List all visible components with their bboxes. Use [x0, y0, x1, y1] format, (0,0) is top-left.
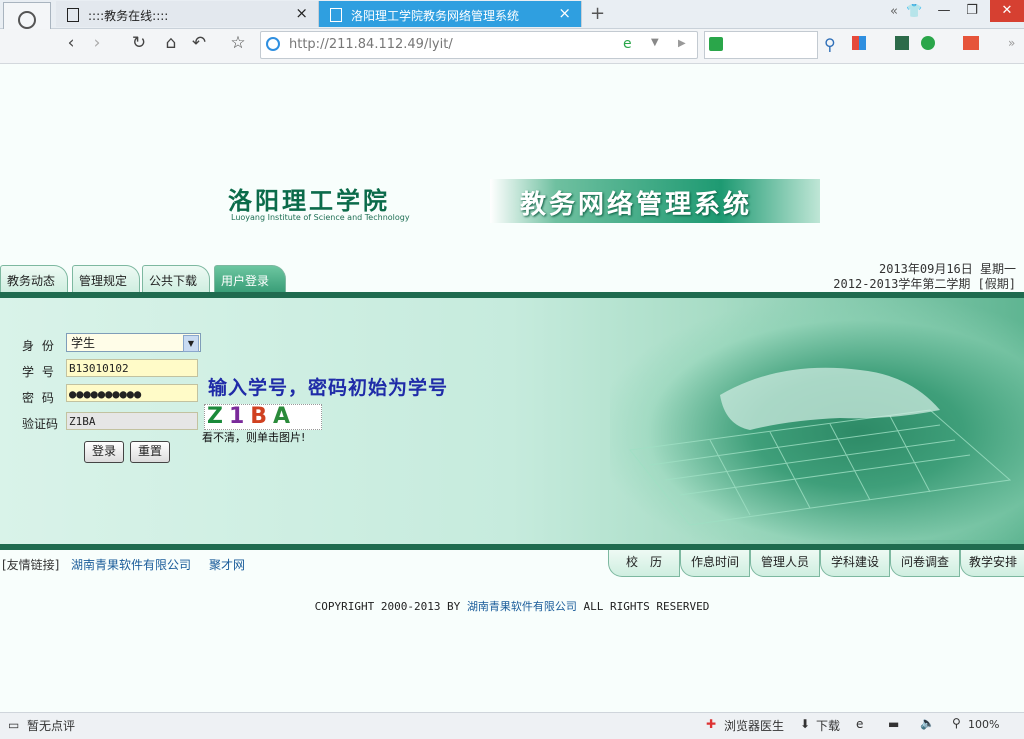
restore-icon[interactable]: ❐: [958, 0, 986, 22]
tab-title: 洛阳理工学院教务网络管理系统: [351, 9, 520, 23]
tab-news[interactable]: 教务动态: [0, 265, 68, 292]
comments-status[interactable]: 暂无点评: [27, 717, 75, 734]
undo-icon[interactable]: ↶: [188, 33, 210, 53]
close-window-icon[interactable]: ✕: [990, 0, 1024, 22]
tab-disciplines[interactable]: 学科建设: [820, 550, 890, 577]
captcha-label: 验证码: [22, 417, 59, 431]
security-icon[interactable]: [921, 36, 935, 50]
tab-teaching[interactable]: 教学安排: [960, 550, 1024, 577]
volume-icon[interactable]: 🔈: [920, 716, 935, 730]
tab-downloads[interactable]: 公共下载: [142, 265, 210, 292]
chevron-right-icon[interactable]: ›: [86, 33, 108, 53]
close-tab-icon[interactable]: ×: [295, 4, 308, 22]
url-text: http://211.84.112.49/lyit/: [289, 37, 453, 52]
system-banner: 教务网络管理系统: [490, 179, 820, 223]
star-icon[interactable]: ☆: [227, 33, 249, 53]
tab-survey[interactable]: 问卷调查: [890, 550, 960, 577]
zoom-icon[interactable]: ⚲: [952, 716, 961, 730]
chevron-down-icon[interactable]: ▼: [651, 37, 659, 48]
captcha-image-text: Z1BA: [207, 404, 297, 429]
comment-icon: ▭: [8, 718, 20, 732]
search-icon[interactable]: ⚲: [824, 35, 836, 54]
captcha-note: 看不清，则单击图片!: [202, 431, 306, 444]
more-icon[interactable]: »: [1008, 36, 1015, 50]
browser-tab-2[interactable]: 洛阳理工学院教务网络管理系统 ×: [319, 1, 582, 27]
login-button[interactable]: 登录: [84, 441, 124, 463]
skin-icon[interactable]: 👕: [906, 4, 922, 19]
captcha-image[interactable]: Z1BA: [204, 404, 322, 430]
login-hint: 输入学号，密码初始为学号: [208, 377, 449, 399]
address-bar[interactable]: http://211.84.112.49/lyit/ e ▼: [260, 31, 698, 59]
ie-icon[interactable]: e: [856, 717, 863, 731]
tab-user-login[interactable]: 用户登录: [214, 265, 286, 292]
password-label: 密 码: [22, 391, 56, 405]
tab-managers[interactable]: 管理人员: [750, 550, 820, 577]
download-icon: ⬇: [800, 717, 811, 731]
status-bar: [0, 712, 1024, 739]
go-icon[interactable]: ▶: [678, 38, 686, 49]
student-id-input[interactable]: B13010102: [66, 359, 198, 377]
tab-calendar[interactable]: 校 历: [608, 550, 680, 577]
reset-button[interactable]: 重置: [130, 441, 170, 463]
password-input[interactable]: ●●●●●●●●●●: [66, 384, 198, 402]
current-term: 2012-2013学年第二学期 [假期]: [833, 277, 1016, 291]
captcha-input[interactable]: Z1BA: [66, 412, 198, 430]
search-engine-icon[interactable]: [709, 37, 723, 51]
date-info: 2013年09月16日 星期一 2012-2013学年第二学期 [假期]: [800, 262, 1016, 292]
new-tab-icon[interactable]: +: [590, 3, 605, 24]
school-logo: 洛阳理工学院: [228, 186, 390, 215]
school-logo-en: Luoyang Institute of Science and Technol…: [231, 213, 410, 222]
home-icon[interactable]: ⌂: [160, 33, 182, 53]
keyboard-hand-image: [610, 300, 1024, 540]
copyright: COPYRIGHT 2000-2013 BY 湖南青果软件有限公司 ALL RI…: [314, 600, 710, 613]
friend-link-jucai[interactable]: 聚才网: [209, 556, 245, 573]
tab-list-icon[interactable]: «: [890, 4, 898, 19]
search-input[interactable]: [704, 31, 818, 59]
copyright-company-link[interactable]: 湖南青果软件有限公司: [467, 600, 577, 613]
friend-links-label: [友情链接]: [2, 558, 60, 572]
refresh-icon[interactable]: ↻: [128, 33, 150, 53]
role-label: 身 份: [22, 339, 56, 353]
chevron-left-icon[interactable]: ‹: [60, 33, 82, 53]
site-icon: [266, 37, 280, 51]
download-button[interactable]: 下载: [816, 717, 840, 734]
system-title: 教务网络管理系统: [520, 190, 753, 220]
doctor-icon: ✚: [706, 717, 717, 731]
tab-title: ::::教务在线::::: [88, 9, 169, 23]
student-id-label: 学 号: [22, 365, 56, 379]
minimize-icon[interactable]: —: [930, 0, 958, 22]
close-tab-icon[interactable]: ×: [558, 4, 571, 22]
video-icon[interactable]: [895, 36, 909, 50]
tab-regulations[interactable]: 管理规定: [72, 265, 140, 292]
tab-schedule[interactable]: 作息时间: [680, 550, 750, 577]
current-date: 2013年09月16日 星期一: [878, 262, 1016, 276]
browser-doctor[interactable]: 浏览器医生: [724, 717, 784, 734]
role-select[interactable]: 学生 ▼: [66, 333, 201, 352]
browser-tab-1[interactable]: ::::教务在线:::: ×: [56, 1, 319, 27]
friend-link-qingguo[interactable]: 湖南青果软件有限公司: [71, 556, 191, 573]
page-icon: [67, 8, 79, 22]
chevron-down-icon[interactable]: ▼: [183, 335, 199, 352]
role-value: 学生: [71, 336, 96, 350]
screen-icon[interactable]: ▬: [888, 717, 899, 731]
translate-icon[interactable]: [963, 36, 979, 50]
ie-mode-icon[interactable]: e: [623, 36, 632, 52]
apps-icon[interactable]: [852, 36, 866, 50]
zoom-level[interactable]: 100%: [968, 718, 999, 731]
page-icon: [330, 8, 342, 22]
